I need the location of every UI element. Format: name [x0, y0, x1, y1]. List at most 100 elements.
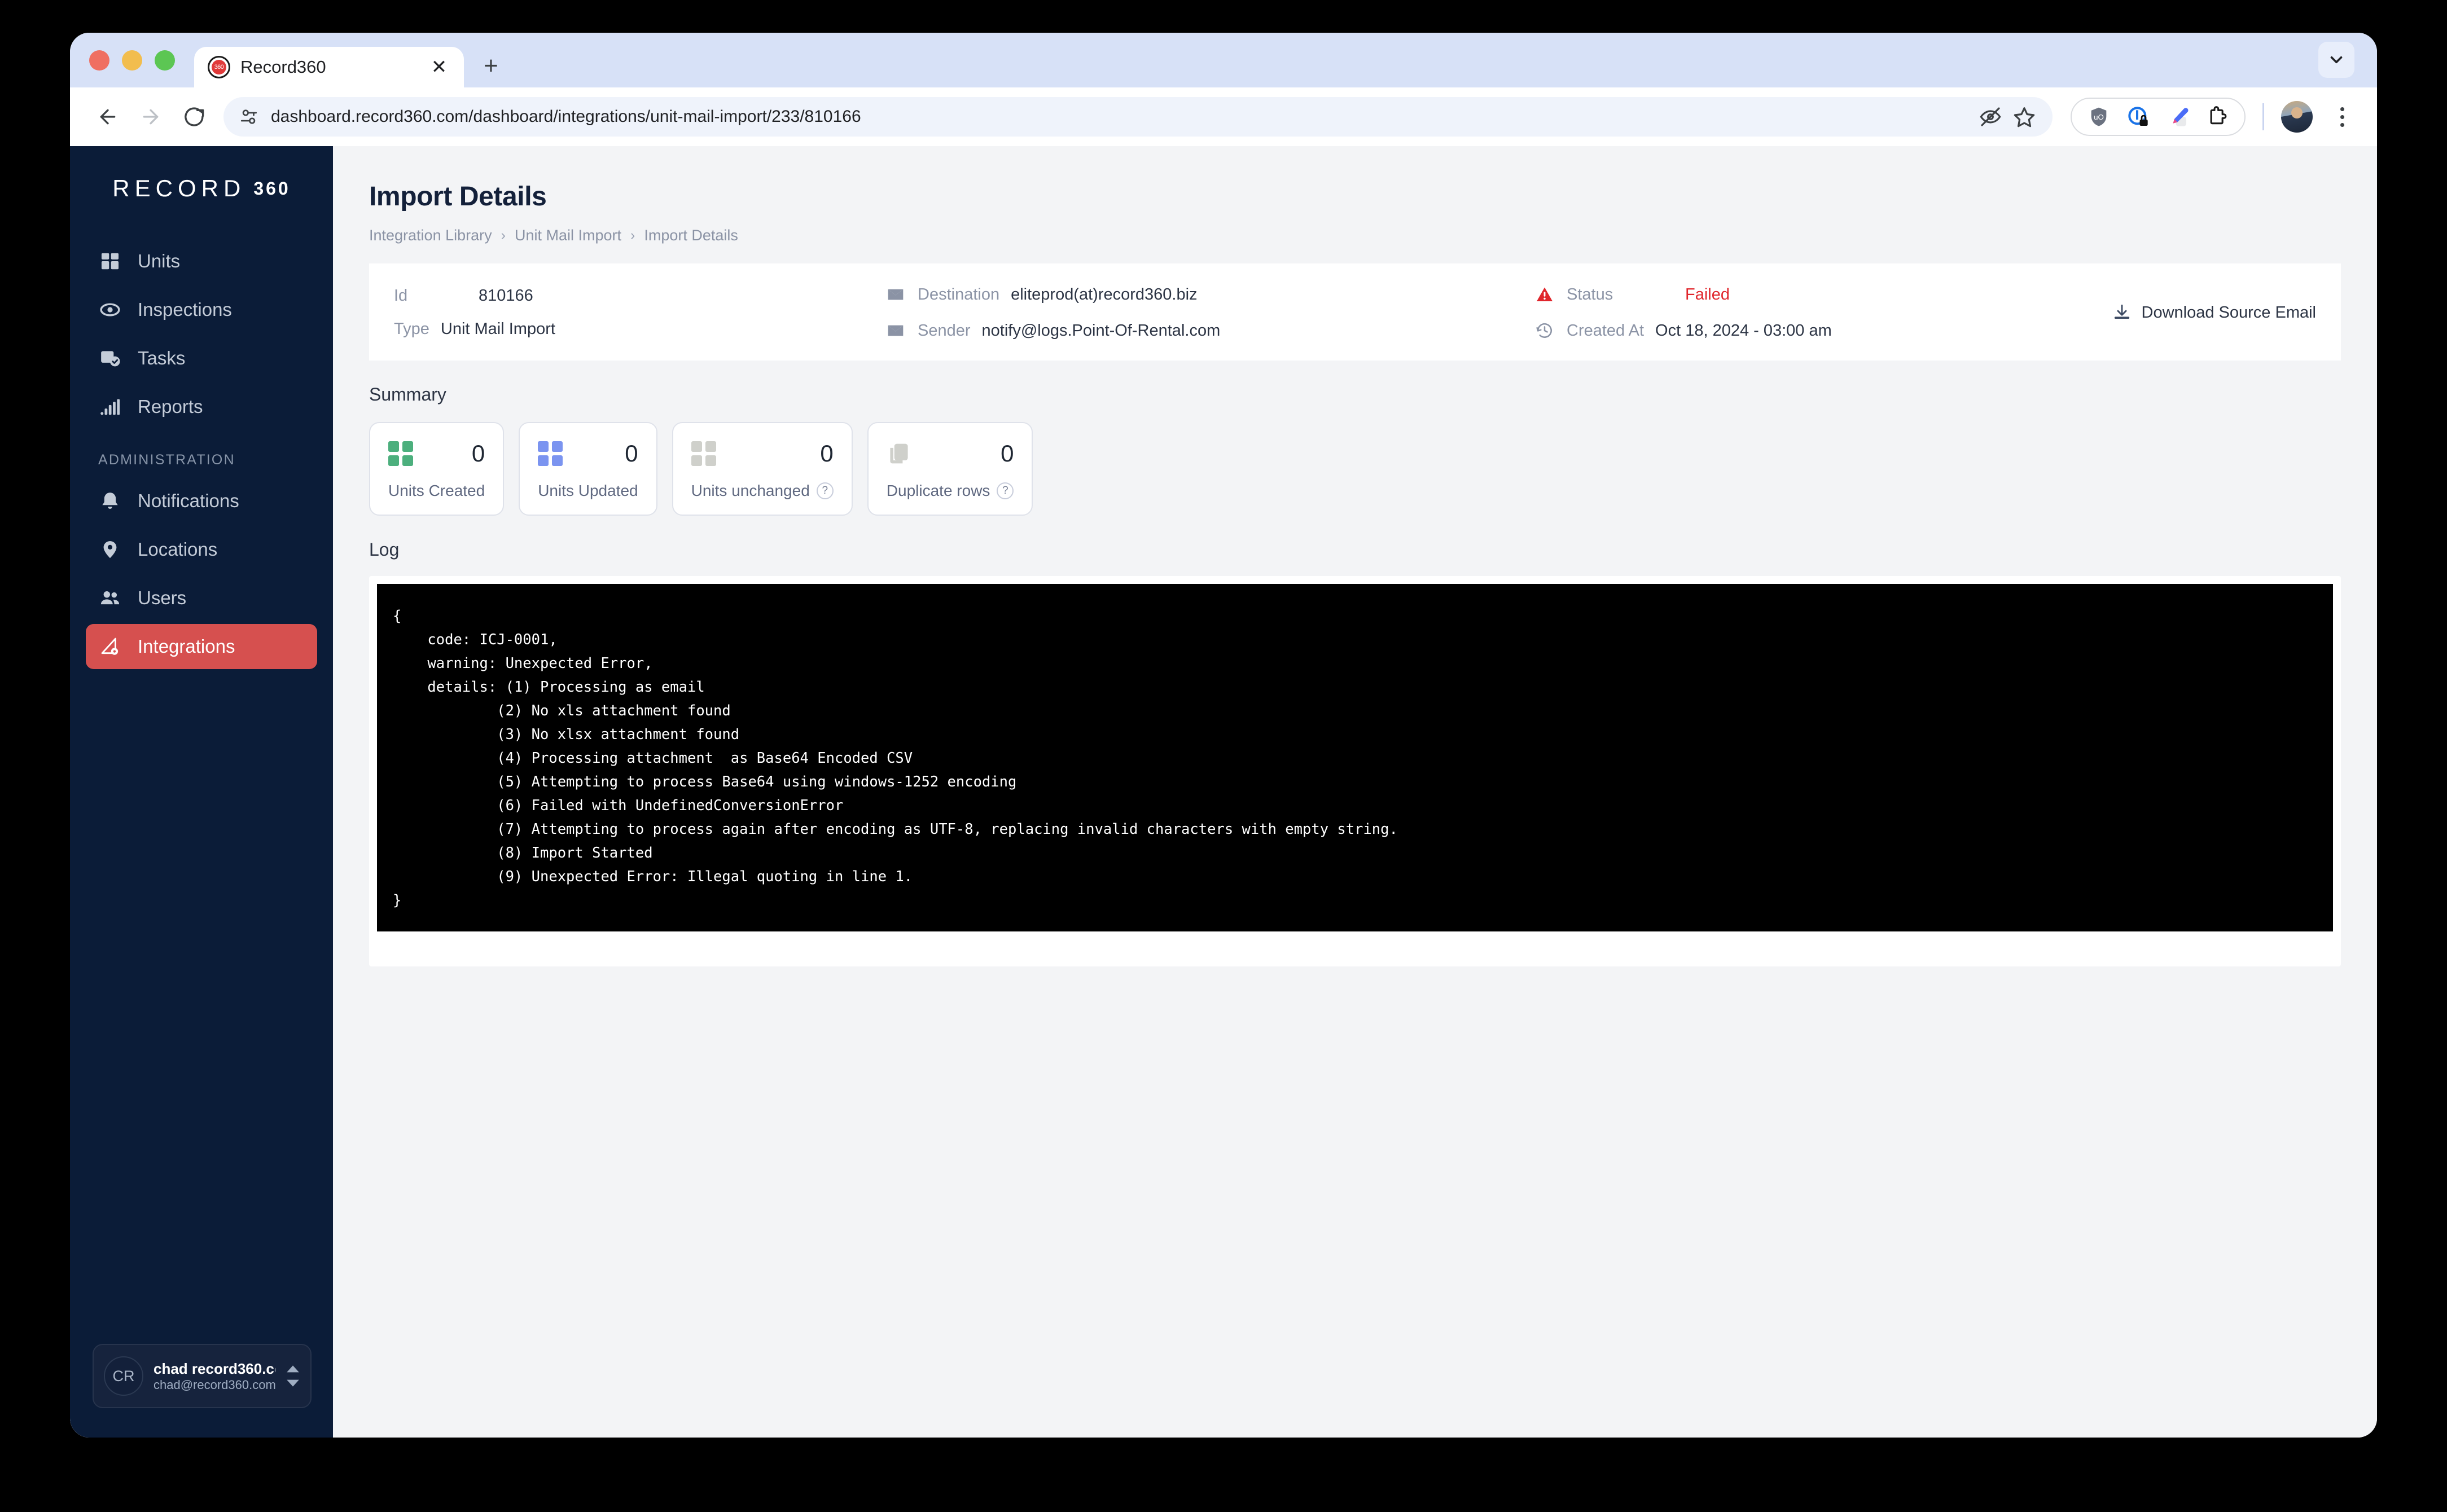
- eyedropper-icon[interactable]: [2165, 104, 2190, 129]
- sidebar-section-label: ADMINISTRATION: [98, 452, 235, 468]
- avatar: CR: [104, 1356, 143, 1396]
- help-icon[interactable]: ?: [816, 482, 834, 499]
- main-content: Import Details Integration Library › Uni…: [333, 146, 2377, 1438]
- grid-icon: [538, 441, 563, 466]
- sidebar-item-label: Tasks: [138, 348, 186, 368]
- sidebar-item-locations[interactable]: Locations: [86, 527, 317, 572]
- sidebar-nav: Units Inspections Tasks Reports ADMINIST…: [70, 231, 333, 669]
- stat-label-text: Units Updated: [538, 482, 638, 499]
- record360-favicon-icon: 360: [208, 56, 230, 78]
- info-row-created-at: Created At Oct 18, 2024 - 03:00 am: [1534, 320, 1906, 341]
- minimize-window-button[interactable]: [122, 50, 142, 71]
- summary-cards: 0 Units Created 0 Units Updated 0 Units …: [369, 422, 2341, 516]
- sidebar-item-tasks[interactable]: Tasks: [86, 336, 317, 381]
- created-at-value: Oct 18, 2024 - 03:00 am: [1655, 321, 1832, 340]
- tab-strip: 360 Record360 ✕ +: [70, 33, 2377, 87]
- svg-text:uO: uO: [2094, 113, 2104, 121]
- sidebar-item-inspections[interactable]: Inspections: [86, 287, 317, 332]
- sidebar-item-units[interactable]: Units: [86, 239, 317, 284]
- extensions-group: uO: [2071, 98, 2246, 136]
- privacy-lock-icon[interactable]: [2126, 104, 2151, 129]
- sidebar-item-integrations[interactable]: Integrations: [86, 624, 317, 669]
- browser-tab[interactable]: 360 Record360 ✕: [194, 47, 464, 87]
- stat-card-units-updated: 0 Units Updated: [519, 422, 657, 516]
- sidebar-item-reports[interactable]: Reports: [86, 384, 317, 429]
- stat-label: Units Updated: [538, 482, 638, 500]
- breadcrumb: Integration Library › Unit Mail Import ›…: [369, 227, 2341, 244]
- download-source-email-button[interactable]: Download Source Email: [2112, 303, 2316, 322]
- window-traffic-lights: [89, 33, 194, 87]
- sidebar-item-notifications[interactable]: Notifications: [86, 478, 317, 524]
- reload-icon[interactable]: [175, 98, 212, 135]
- grid-icon: [388, 441, 413, 466]
- stat-top: 0: [691, 440, 834, 467]
- download-source-email-label: Download Source Email: [2141, 303, 2316, 322]
- status-label: Status: [1567, 285, 1613, 304]
- stat-card-duplicate-rows: 0 Duplicate rows ?: [867, 422, 1033, 516]
- breadcrumb-item-unit-mail-import[interactable]: Unit Mail Import: [515, 227, 621, 244]
- summary-heading: Summary: [369, 384, 446, 405]
- user-email: chad@record360.com: [154, 1377, 275, 1392]
- log-heading: Log: [369, 539, 400, 560]
- omnibox-actions: [1978, 104, 2037, 129]
- help-icon[interactable]: ?: [997, 482, 1014, 499]
- star-icon[interactable]: [2012, 104, 2037, 129]
- log-terminal[interactable]: { code: ICJ-0001, warning: Unexpected Er…: [377, 584, 2333, 931]
- forward-arrow-icon[interactable]: [132, 98, 169, 135]
- close-window-button[interactable]: [89, 50, 109, 71]
- sidebar-item-label: Inspections: [138, 299, 232, 320]
- browser-toolbar: dashboard.record360.com/dashboard/integr…: [70, 87, 2377, 146]
- extensions-puzzle-icon[interactable]: [2205, 104, 2230, 129]
- maximize-window-button[interactable]: [155, 50, 175, 71]
- info-column-email: Destination eliteprod(at)record360.biz S…: [885, 284, 1534, 341]
- stat-value: 0: [1001, 440, 1014, 467]
- back-arrow-icon[interactable]: [89, 98, 126, 135]
- info-row-status: Status Failed: [1534, 284, 1906, 305]
- stat-label: Duplicate rows ?: [887, 482, 1014, 500]
- info-column-identity: Id 810166 Type Unit Mail Import: [394, 287, 885, 339]
- eye-icon: [98, 298, 122, 322]
- new-tab-button[interactable]: +: [472, 47, 510, 85]
- close-tab-icon[interactable]: ✕: [428, 58, 450, 77]
- favicon-label: 360: [212, 60, 226, 74]
- stat-card-units-unchanged: 0 Units unchanged ?: [672, 422, 853, 516]
- stat-top: 0: [887, 440, 1014, 467]
- destination-label: Destination: [918, 285, 1000, 304]
- address-bar[interactable]: dashboard.record360.com/dashboard/integr…: [223, 97, 2053, 137]
- sidebar-item-label: Units: [138, 250, 181, 271]
- sender-value: notify@logs.Point-Of-Rental.com: [981, 321, 1221, 340]
- site-settings-icon[interactable]: [239, 107, 258, 126]
- sidebar-item-label: Notifications: [138, 490, 239, 511]
- bell-icon: [98, 489, 122, 513]
- record360-logo[interactable]: RECORD 360: [70, 146, 333, 231]
- breadcrumb-item-import-details: Import Details: [644, 227, 738, 244]
- bar-chart-icon: [98, 395, 122, 419]
- address-bar-url: dashboard.record360.com/dashboard/integr…: [271, 107, 861, 126]
- sidebar-item-label: Locations: [138, 539, 218, 560]
- sidebar-item-users[interactable]: Users: [86, 575, 317, 621]
- breadcrumb-separator: ›: [501, 227, 506, 243]
- tab-list-chevron-down-icon[interactable]: [2318, 42, 2354, 78]
- sidebar-item-label: Users: [138, 587, 187, 608]
- browser-window: 360 Record360 ✕ + dashboard.record360.co…: [70, 33, 2377, 1438]
- log-card: { code: ICJ-0001, warning: Unexpected Er…: [369, 576, 2341, 966]
- integrations-icon: [98, 635, 122, 658]
- three-dot-menu-icon[interactable]: [2326, 101, 2358, 133]
- info-column-status: Status Failed Created At Oct 18, 2024 - …: [1534, 284, 1906, 341]
- chevron-up-down-icon[interactable]: [286, 1365, 300, 1387]
- map-pin-icon: [98, 538, 122, 561]
- info-row-type: Type Unit Mail Import: [394, 320, 885, 339]
- profile-avatar-icon[interactable]: [2281, 101, 2313, 133]
- stat-top: 0: [388, 440, 485, 467]
- envelope-icon: [885, 320, 906, 341]
- breadcrumb-item-integration-library[interactable]: Integration Library: [369, 227, 492, 244]
- sidebar: RECORD 360 Units Inspections Tasks Repor…: [70, 146, 333, 1438]
- breadcrumb-separator: ›: [630, 227, 635, 243]
- ublock-origin-icon[interactable]: uO: [2086, 104, 2111, 129]
- user-profile-card[interactable]: CR chad record360.cor chad@record360.com: [93, 1344, 312, 1408]
- id-value: 810166: [479, 287, 533, 305]
- page-title: Import Details: [369, 182, 547, 212]
- clock-icon: [1534, 320, 1555, 341]
- hide-password-icon[interactable]: [1978, 104, 2003, 129]
- copy-icon: [887, 441, 911, 466]
